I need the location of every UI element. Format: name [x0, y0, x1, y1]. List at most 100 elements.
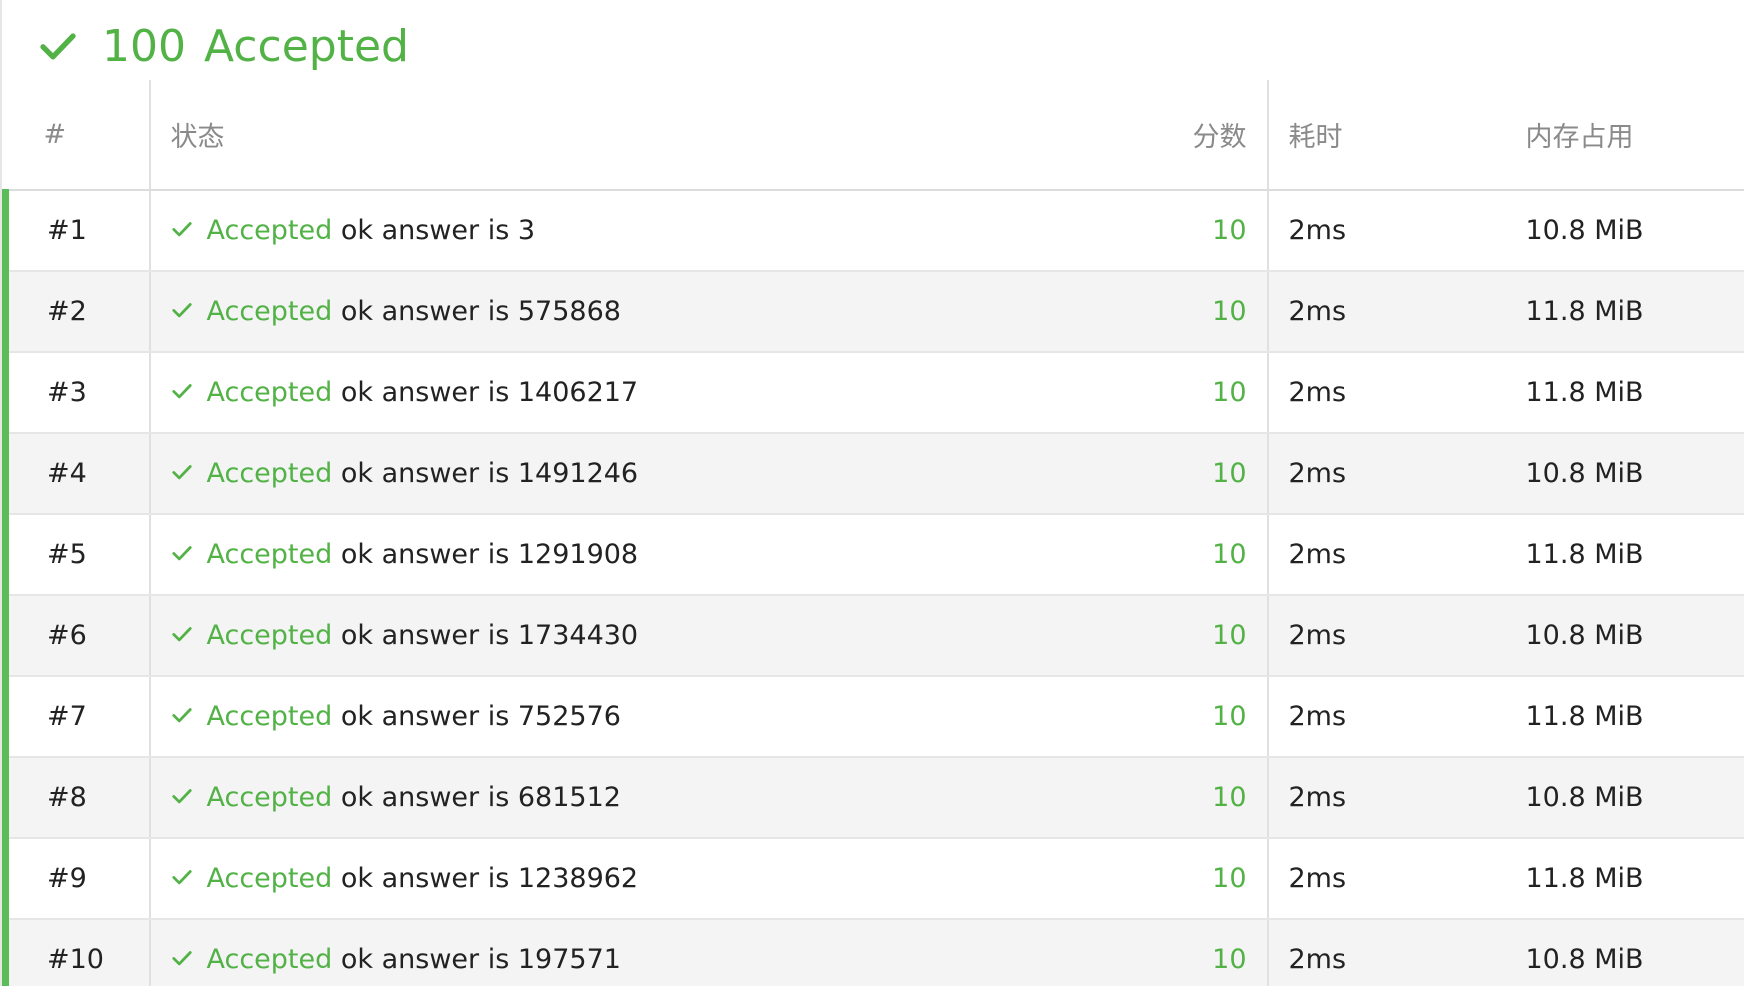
table-row[interactable]: #8 Accepted ok answer is 681512 10 2ms 10.8 …	[2, 757, 1744, 839]
testcase-number: #6	[2, 595, 150, 677]
testcase-score: 10	[1121, 919, 1268, 986]
table-row[interactable]: #7 Accepted ok answer is 752576 10 2ms 11.8 …	[2, 676, 1744, 758]
check-icon	[171, 464, 192, 479]
testcase-memory: 10.8 MiB	[1507, 190, 1744, 272]
testcase-message: ok answer is 1291908	[340, 539, 639, 570]
check-icon	[40, 33, 76, 60]
check-icon	[171, 788, 192, 803]
testcase-table: # 状态 分数 耗时 内存占用 #1 Accepted ok answer is …	[2, 80, 1744, 986]
testcase-memory: 11.8 MiB	[1507, 514, 1744, 596]
header-time: 耗时	[1266, 80, 1508, 191]
testcase-number: #3	[2, 352, 150, 434]
testcase-message: ok answer is 3	[340, 215, 536, 246]
table-header: # 状态 分数 耗时 内存占用	[5, 80, 1744, 191]
testcase-number: #5	[2, 514, 150, 596]
testcase-score: 10	[1121, 838, 1268, 920]
testcase-message: ok answer is 681512	[340, 782, 621, 813]
testcase-time: 2ms	[1266, 271, 1508, 353]
testcase-memory: 11.8 MiB	[1507, 676, 1744, 758]
testcase-number: #1	[2, 190, 150, 272]
testcase-score: 10	[1121, 433, 1268, 515]
testcase-time: 2ms	[1266, 757, 1508, 839]
testcase-status: Accepted ok answer is 1734430	[148, 595, 1122, 677]
table-row[interactable]: #4 Accepted ok answer is 1491246 10 2ms 10.8…	[2, 433, 1744, 515]
header-score: 分数	[1121, 80, 1268, 191]
testcase-score: 10	[1121, 595, 1268, 677]
testcase-score: 10	[1121, 514, 1268, 596]
table-row[interactable]: #1 Accepted ok answer is 3 10 2ms 10.8 MiB	[2, 190, 1744, 272]
result-summary: 100 Accepted	[38, 14, 409, 78]
testcase-number: #7	[2, 676, 150, 758]
testcase-verdict: Accepted	[206, 377, 333, 408]
testcase-time: 2ms	[1266, 676, 1508, 758]
header-memory: 内存占用	[1507, 80, 1744, 191]
testcase-number: #9	[2, 838, 150, 920]
testcase-number: #4	[2, 433, 150, 515]
testcase-time: 2ms	[1266, 190, 1508, 272]
check-icon	[171, 869, 192, 884]
testcase-score: 10	[1121, 676, 1268, 758]
testcase-message: ok answer is 1406217	[340, 377, 639, 408]
testcase-verdict: Accepted	[206, 701, 333, 732]
testcase-memory: 10.8 MiB	[1507, 595, 1744, 677]
testcase-time: 2ms	[1266, 595, 1508, 677]
testcase-status: Accepted ok answer is 1406217	[148, 352, 1122, 434]
testcase-memory: 10.8 MiB	[1507, 919, 1744, 986]
testcase-message: ok answer is 197571	[340, 944, 621, 975]
testcase-score: 10	[1121, 271, 1268, 353]
testcase-status: Accepted ok answer is 681512	[148, 757, 1122, 839]
testcase-memory: 10.8 MiB	[1507, 757, 1744, 839]
testcase-verdict: Accepted	[206, 296, 333, 327]
testcase-status: Accepted ok answer is 197571	[148, 919, 1122, 986]
testcase-memory: 11.8 MiB	[1507, 271, 1744, 353]
testcase-status: Accepted ok answer is 3	[148, 190, 1122, 272]
testcase-number: #10	[2, 919, 150, 986]
table-row[interactable]: #2 Accepted ok answer is 575868 10 2ms 11.8 …	[2, 271, 1744, 353]
testcase-time: 2ms	[1266, 352, 1508, 434]
testcase-verdict: Accepted	[206, 944, 333, 975]
table-row[interactable]: #5 Accepted ok answer is 1291908 10 2ms 11.8…	[2, 514, 1744, 596]
testcase-number: #2	[2, 271, 150, 353]
testcase-verdict: Accepted	[206, 539, 333, 570]
testcase-status: Accepted ok answer is 1291908	[148, 514, 1122, 596]
testcase-time: 2ms	[1266, 433, 1508, 515]
testcase-score: 10	[1121, 190, 1268, 272]
testcase-number: #8	[2, 757, 150, 839]
testcase-message: ok answer is 1491246	[340, 458, 639, 489]
testcase-status: Accepted ok answer is 1238962	[148, 838, 1122, 920]
testcase-verdict: Accepted	[206, 215, 333, 246]
testcase-score: 10	[1121, 757, 1268, 839]
testcase-message: ok answer is 1238962	[340, 863, 639, 894]
submission-result: 100 Accepted # 状态 分数 耗时 内存占用 #1 Accepted …	[0, 0, 1744, 986]
testcase-verdict: Accepted	[206, 782, 333, 813]
testcase-status: Accepted ok answer is 575868	[148, 271, 1122, 353]
header-status: 状态	[148, 80, 1122, 191]
testcase-score: 10	[1121, 352, 1268, 434]
table-row[interactable]: #9 Accepted ok answer is 1238962 10 2ms 11.8…	[2, 838, 1744, 920]
check-icon	[171, 545, 192, 560]
check-icon	[171, 626, 192, 641]
check-icon	[171, 302, 192, 317]
testcase-message: ok answer is 575868	[340, 296, 621, 327]
testcase-status: Accepted ok answer is 752576	[148, 676, 1122, 758]
testcase-time: 2ms	[1266, 514, 1508, 596]
table-row[interactable]: #10 Accepted ok answer is 197571 10 2ms 10.8…	[2, 919, 1744, 986]
check-icon	[171, 707, 192, 722]
header-num: #	[5, 80, 150, 191]
overall-verdict: Accepted	[203, 20, 409, 72]
testcase-memory: 11.8 MiB	[1507, 352, 1744, 434]
testcase-verdict: Accepted	[206, 458, 333, 489]
check-icon	[171, 383, 192, 398]
check-icon	[171, 950, 192, 965]
total-score: 100	[102, 20, 186, 72]
testcase-message: ok answer is 752576	[340, 701, 621, 732]
testcase-memory: 11.8 MiB	[1507, 838, 1744, 920]
table-row[interactable]: #3 Accepted ok answer is 1406217 10 2ms 11.8…	[2, 352, 1744, 434]
table-row[interactable]: #6 Accepted ok answer is 1734430 10 2ms 10.8…	[2, 595, 1744, 677]
testcase-time: 2ms	[1266, 838, 1508, 920]
testcase-message: ok answer is 1734430	[340, 620, 639, 651]
testcase-status: Accepted ok answer is 1491246	[148, 433, 1122, 515]
testcase-verdict: Accepted	[206, 863, 333, 894]
testcase-time: 2ms	[1266, 919, 1508, 986]
check-icon	[171, 221, 192, 236]
